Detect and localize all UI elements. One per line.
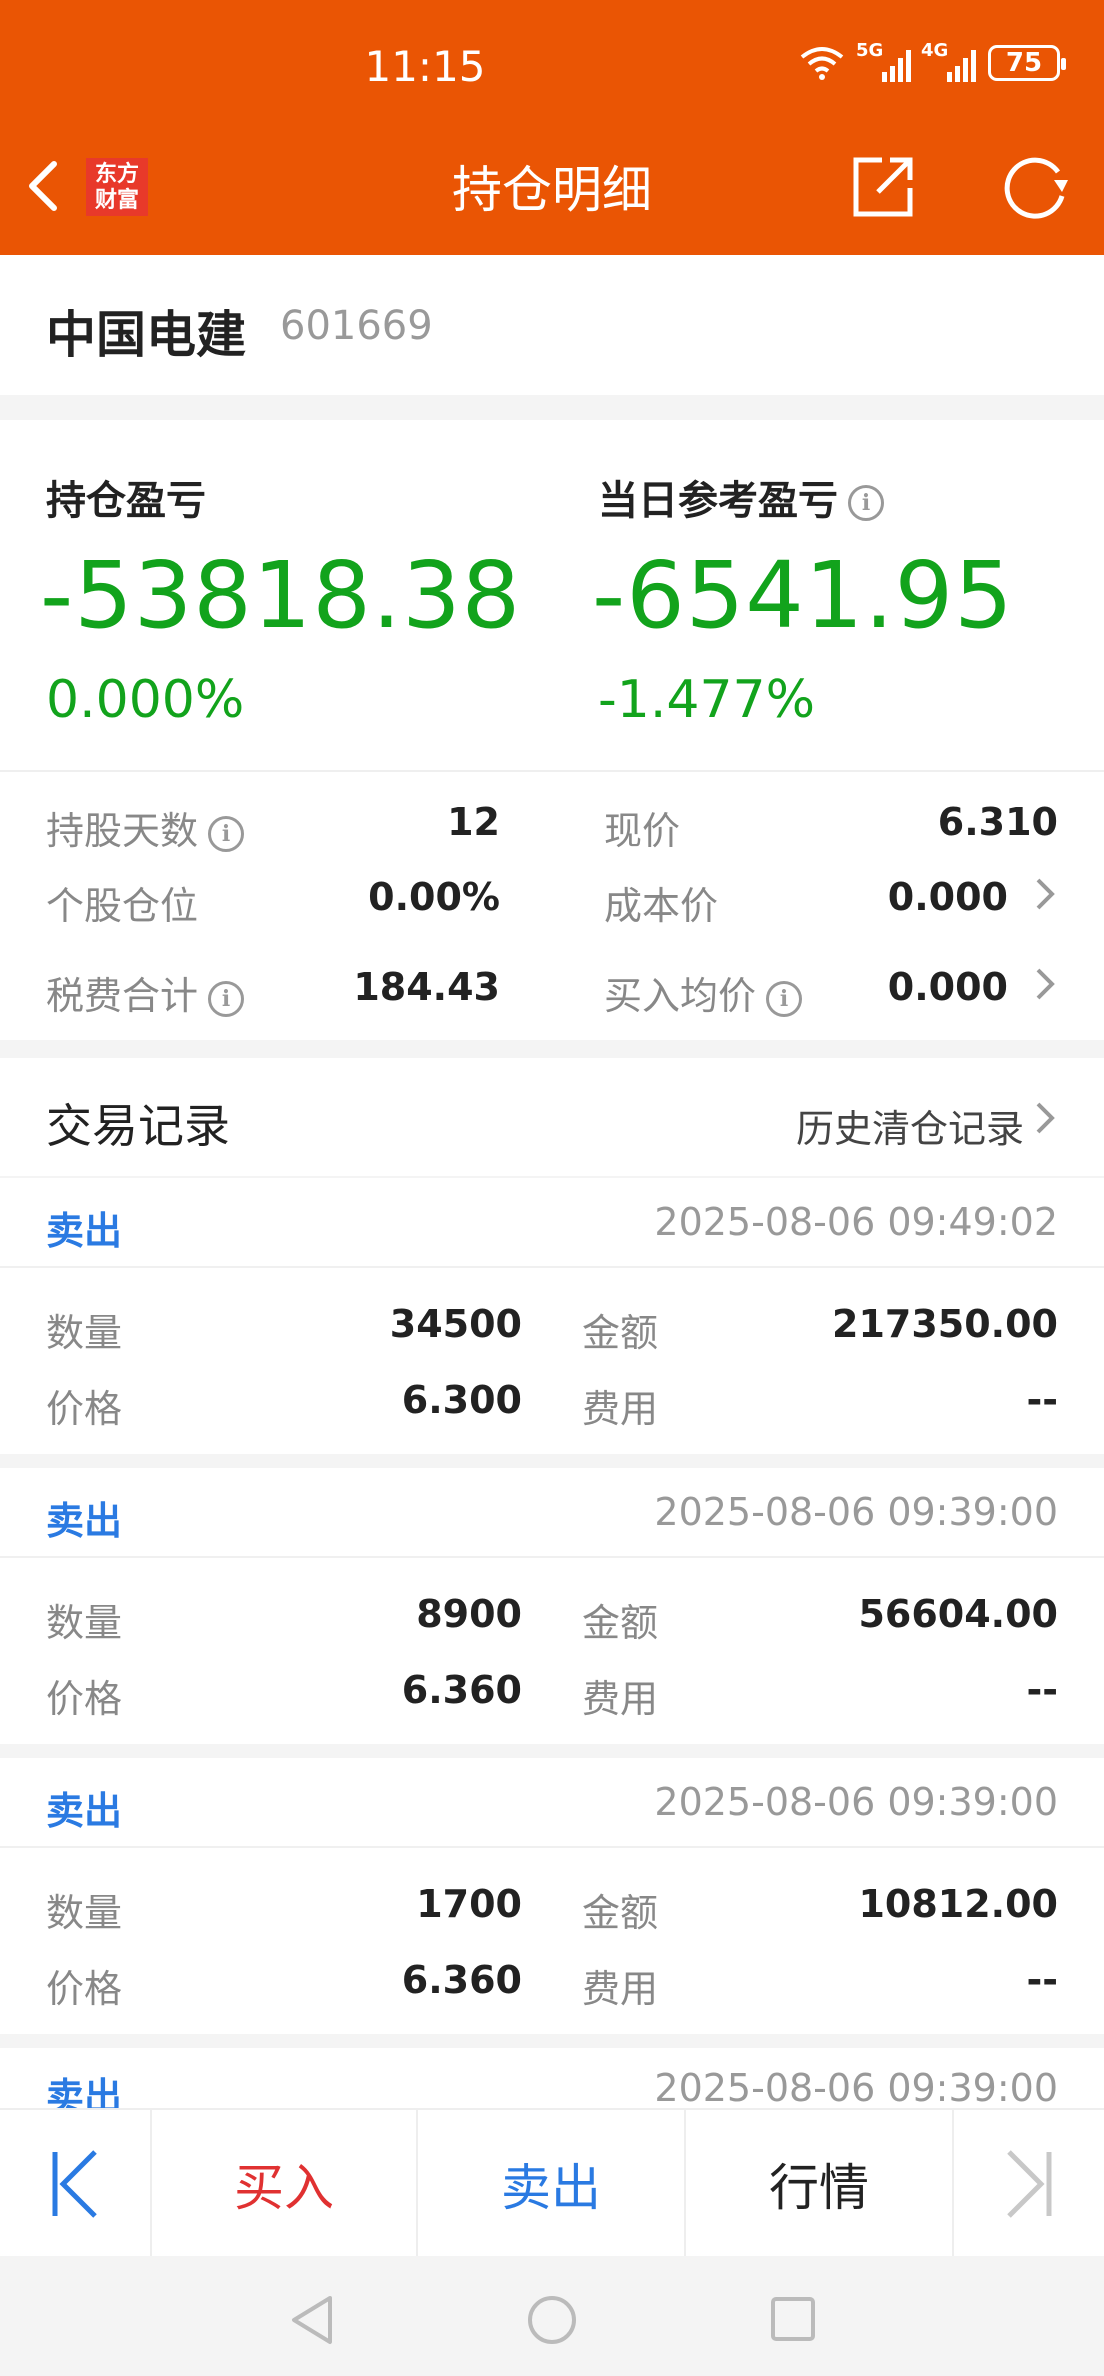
skip-first-icon [52,2150,97,2218]
signal-4g-icon: 4G [921,40,976,82]
qty-value: 34500 [389,1302,522,1346]
fee-value: -- [1026,1378,1058,1422]
system-nav-bar [0,2256,1104,2376]
trade-time: 2025-08-06 09:39:00 [654,1490,1058,1534]
amount-value: 217350.00 [832,1302,1058,1346]
fee-label: 费用 [582,1967,659,2011]
history-clear-link[interactable]: 历史清仓记录 [796,1098,1024,1153]
qty-value: 8900 [416,1592,522,1636]
holding-pnl-label: 持仓盈亏 [46,478,206,524]
holding-days-label: 持股天数 [46,809,199,853]
fee-value: -- [1026,1958,1058,2002]
cost-price-label[interactable]: 成本价 [604,875,718,930]
position-ratio-value: 0.00% [368,875,500,919]
avg-buy-price-label: 买入均价 [604,974,757,1018]
trades-header: 交易记录 历史清仓记录 [0,1058,1104,1176]
status-time: 11:15 [364,42,486,91]
app-header: 11:15 5G 4G 75 东方 财富 持仓明细 [0,0,1104,255]
cost-price-value[interactable]: 0.000 [800,875,1008,919]
holding-days-label-wrap: 持股天数 i [46,800,245,855]
nav-back-icon[interactable] [288,2294,336,2346]
trade-type: 卖出 [46,1209,123,1253]
price-value: 6.300 [401,1378,522,1422]
price-value: 6.360 [401,1668,522,1712]
qty-value: 1700 [416,1882,522,1926]
qty-label: 数量 [46,1311,123,1355]
first-stock-button[interactable] [0,2110,152,2258]
share-icon[interactable] [848,150,920,222]
divider [0,1846,1104,1848]
current-price-value: 6.310 [937,800,1058,844]
trade-type: 卖出 [46,1499,123,1543]
tax-fee-value: 184.43 [353,965,500,1009]
trade-time: 2025-08-06 09:49:02 [654,1200,1058,1244]
avg-buy-price-label-wrap[interactable]: 买入均价 i [604,965,803,1020]
trade-record[interactable]: 卖出 2025-08-06 09:39:00 数量 1700 金额 10812.… [0,1758,1104,2034]
price-value: 6.360 [401,1958,522,2002]
daily-pnl-label: 当日参考盈亏 [598,478,838,524]
nav-home-icon[interactable] [526,2294,578,2346]
skip-last-icon [1007,2150,1052,2218]
chevron-right-icon[interactable] [1028,1094,1064,1142]
last-stock-button[interactable] [954,2110,1104,2258]
amount-label: 金额 [582,1311,659,1355]
daily-pnl-label-wrap: 当日参考盈亏 i [598,468,884,526]
amount-value: 10812.00 [858,1882,1058,1926]
chevron-right-icon[interactable] [1028,870,1064,918]
trade-time: 2025-08-06 09:39:00 [654,2066,1058,2108]
trade-time: 2025-08-06 09:39:00 [654,1780,1058,1824]
holding-pnl-pct: 0.000% [46,670,245,730]
info-icon[interactable]: i [208,980,245,1017]
trade-record[interactable]: 卖出 2025-08-06 09:39:00 [0,2048,1104,2108]
trade-type: 卖出 [46,1789,123,1833]
stock-name: 中国电建 [46,306,246,364]
avg-buy-price-value[interactable]: 0.000 [800,965,1008,1009]
signal-5g-icon: 5G [856,40,911,82]
trade-type: 卖出 [46,2075,123,2108]
trades-title: 交易记录 [46,1099,230,1153]
price-label: 价格 [46,1967,123,2011]
stock-info: 中国电建 601669 [0,255,1104,395]
amount-value: 56604.00 [858,1592,1058,1636]
amount-label: 金额 [582,1891,659,1935]
fee-label: 费用 [582,1387,659,1431]
divider [0,1266,1104,1268]
buy-button[interactable]: 买入 [152,2110,418,2258]
tax-fee-label: 税费合计 [46,974,199,1018]
fee-label: 费用 [582,1677,659,1721]
battery-icon: 75 [988,45,1066,81]
trade-record[interactable]: 卖出 2025-08-06 09:49:02 数量 34500 金额 21735… [0,1178,1104,1454]
info-icon[interactable]: i [848,485,884,521]
daily-pnl-value: -6541.95 [592,542,1014,649]
holding-days-value: 12 [447,800,500,844]
bottom-action-bar: 买入 卖出 行情 [0,2108,1104,2258]
stock-code: 601669 [280,303,433,349]
nav-recent-icon[interactable] [770,2296,816,2342]
divider [0,1556,1104,1558]
price-label: 价格 [46,1387,123,1431]
sell-button[interactable]: 卖出 [418,2110,686,2258]
info-icon[interactable]: i [766,980,803,1017]
refresh-icon[interactable] [996,150,1076,222]
tax-fee-label-wrap: 税费合计 i [46,965,245,1020]
trade-record[interactable]: 卖出 2025-08-06 09:39:00 数量 8900 金额 56604.… [0,1468,1104,1744]
quote-button[interactable]: 行情 [686,2110,954,2258]
amount-label: 金额 [582,1601,659,1645]
holding-pnl-value: -53818.38 [40,542,522,649]
wifi-icon [800,47,844,80]
status-icons: 5G 4G 75 [798,40,1066,82]
pnl-card: 持仓盈亏 -53818.38 0.000% 当日参考盈亏 i -6541.95 -… [0,420,1104,1040]
qty-label: 数量 [46,1601,123,1645]
fee-value: -- [1026,1668,1058,1712]
daily-pnl-pct: -1.477% [598,670,816,730]
price-label: 价格 [46,1677,123,1721]
page-title: 持仓明细 [452,161,652,219]
current-price-label: 现价 [604,809,681,853]
divider [0,770,1104,772]
position-ratio-label: 个股仓位 [46,884,199,928]
info-icon[interactable]: i [208,815,245,852]
chevron-right-icon[interactable] [1028,960,1064,1008]
qty-label: 数量 [46,1891,123,1935]
